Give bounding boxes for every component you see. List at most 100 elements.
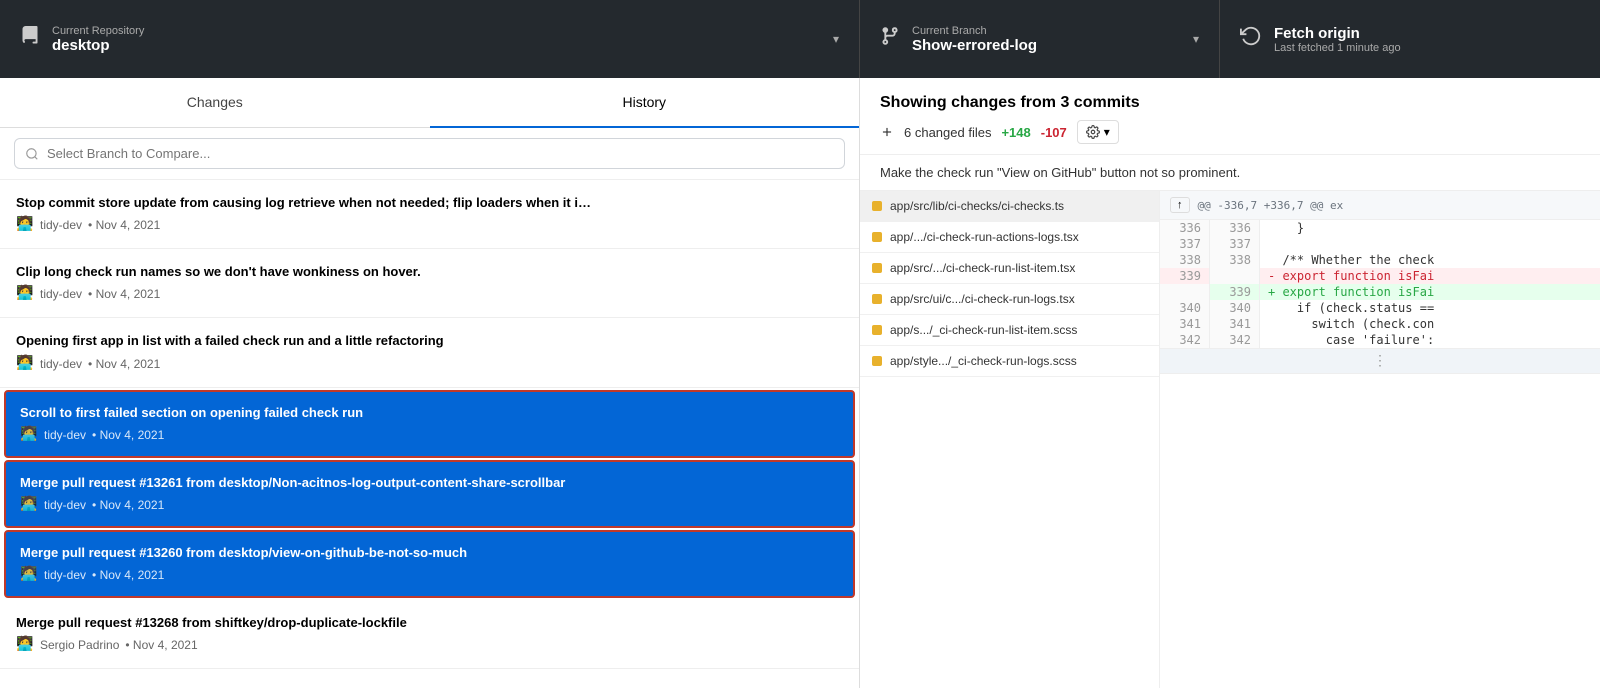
- commit-item[interactable]: Stop commit store update from causing lo…: [0, 180, 859, 249]
- right-panel: Showing changes from 3 commits 6 changed…: [860, 78, 1600, 688]
- file-status-dot: [872, 325, 882, 335]
- commit-date: • Nov 4, 2021: [88, 287, 160, 301]
- line-content: }: [1260, 220, 1600, 236]
- commit-date: • Nov 4, 2021: [92, 428, 164, 442]
- author-name: tidy-dev: [44, 498, 86, 512]
- tab-history[interactable]: History: [430, 78, 860, 128]
- file-status-dot: [872, 294, 882, 304]
- file-status-dot: [872, 232, 882, 242]
- commit-item[interactable]: Clip long check run names so we don't ha…: [0, 249, 859, 318]
- file-item[interactable]: app/.../ci-check-run-actions-logs.tsx: [860, 222, 1159, 253]
- line-num-left: 339: [1160, 268, 1210, 284]
- repo-icon: [20, 26, 40, 52]
- commit-author: 🧑‍💻 tidy-dev • Nov 4, 2021: [20, 566, 839, 584]
- file-status-dot: [872, 356, 882, 366]
- diff-view[interactable]: ↑ @@ -336,7 +336,7 @@ ex 336 336 } 337 3…: [1160, 191, 1600, 688]
- tabs: Changes History: [0, 78, 859, 128]
- line-num-left: 342: [1160, 332, 1210, 348]
- fetch-sub: Last fetched 1 minute ago: [1274, 42, 1580, 54]
- line-content: switch (check.con: [1260, 316, 1600, 332]
- fetch-text: Fetch origin Last fetched 1 minute ago: [1274, 25, 1580, 54]
- line-content: + export function isFai: [1260, 284, 1600, 300]
- additions-count: +148: [1001, 125, 1030, 140]
- file-item[interactable]: app/src/.../ci-check-run-list-item.tsx: [860, 253, 1159, 284]
- commit-message: Make the check run "View on GitHub" butt…: [860, 155, 1600, 191]
- author-avatar: 🧑‍💻: [20, 426, 38, 444]
- file-name: app/src/lib/ci-checks/ci-checks.ts: [890, 199, 1064, 213]
- file-name: app/s.../_ci-check-run-list-item.scss: [890, 323, 1077, 337]
- file-item[interactable]: app/src/ui/c.../ci-check-run-logs.tsx: [860, 284, 1159, 315]
- changed-files-count: 6 changed files: [904, 125, 991, 140]
- diff-line: 341 341 switch (check.con: [1160, 316, 1600, 332]
- commit-item[interactable]: Merge pull request #13260 from desktop/v…: [4, 530, 855, 598]
- fetch-label: Fetch origin: [1274, 25, 1580, 42]
- commit-item[interactable]: Merge pull request #13268 from shiftkey/…: [0, 600, 859, 669]
- diff-ellipsis: ⋮: [1160, 348, 1600, 374]
- line-num-left: [1160, 284, 1210, 300]
- commits-title: Showing changes from 3 commits: [880, 94, 1580, 112]
- file-name: app/src/.../ci-check-run-list-item.tsx: [890, 261, 1075, 275]
- main-content: Changes History Stop commit store update…: [0, 78, 1600, 688]
- diff-line: 340 340 if (check.status ==: [1160, 300, 1600, 316]
- line-content: - export function isFai: [1260, 268, 1600, 284]
- line-content: if (check.status ==: [1260, 300, 1600, 316]
- commit-title: Stop commit store update from causing lo…: [16, 194, 843, 212]
- file-name: app/style.../_ci-check-run-logs.scss: [890, 354, 1077, 368]
- search-input[interactable]: [14, 138, 845, 169]
- author-name: tidy-dev: [40, 287, 82, 301]
- repo-section[interactable]: Current Repository desktop ▾: [0, 0, 860, 78]
- top-bar: Current Repository desktop ▾ Current Bra…: [0, 0, 1600, 78]
- commit-date: • Nov 4, 2021: [92, 498, 164, 512]
- commit-date: • Nov 4, 2021: [125, 638, 197, 652]
- author-avatar: 🧑‍💻: [16, 355, 34, 373]
- author-name: tidy-dev: [44, 568, 86, 582]
- diff-lines: 336 336 } 337 337 338 338 /** Whether th…: [1160, 220, 1600, 348]
- author-name: Sergio Padrino: [40, 638, 119, 652]
- files-icon: [880, 125, 894, 139]
- commit-author: 🧑‍💻 tidy-dev • Nov 4, 2021: [20, 426, 839, 444]
- diff-area: app/src/lib/ci-checks/ci-checks.ts app/.…: [860, 191, 1600, 688]
- commit-item[interactable]: Opening first app in list with a failed …: [0, 318, 859, 387]
- line-num-left: 340: [1160, 300, 1210, 316]
- branch-section[interactable]: Current Branch Show-errored-log ▾: [860, 0, 1220, 78]
- commit-title: Clip long check run names so we don't ha…: [16, 263, 843, 281]
- author-avatar: 🧑‍💻: [20, 496, 38, 514]
- diff-line: 339 - export function isFai: [1160, 268, 1600, 284]
- commit-date: • Nov 4, 2021: [88, 357, 160, 371]
- line-num-left: 337: [1160, 236, 1210, 252]
- author-name: tidy-dev: [40, 218, 82, 232]
- diff-line: 338 338 /** Whether the check: [1160, 252, 1600, 268]
- file-name: app/.../ci-check-run-actions-logs.tsx: [890, 230, 1079, 244]
- commit-item[interactable]: Scroll to first failed section on openin…: [4, 390, 855, 458]
- repo-name: desktop: [52, 37, 821, 54]
- diff-hunk-header-row: ↑ @@ -336,7 +336,7 @@ ex: [1160, 191, 1600, 220]
- branch-label: Current Branch: [912, 25, 1181, 37]
- author-name: tidy-dev: [44, 428, 86, 442]
- commit-title: Opening first app in list with a failed …: [16, 332, 843, 350]
- commit-author: 🧑‍💻 tidy-dev • Nov 4, 2021: [16, 216, 843, 234]
- file-item[interactable]: app/s.../_ci-check-run-list-item.scss: [860, 315, 1159, 346]
- repo-text: Current Repository desktop: [52, 25, 821, 54]
- file-list: app/src/lib/ci-checks/ci-checks.ts app/.…: [860, 191, 1160, 688]
- tab-changes[interactable]: Changes: [0, 78, 430, 128]
- commit-title: Merge pull request #13261 from desktop/N…: [20, 474, 839, 492]
- line-num-left: 336: [1160, 220, 1210, 236]
- author-avatar: 🧑‍💻: [16, 285, 34, 303]
- line-content: [1260, 236, 1600, 252]
- line-num-right: 336: [1210, 220, 1260, 236]
- commit-author: 🧑‍💻 tidy-dev • Nov 4, 2021: [20, 496, 839, 514]
- file-item[interactable]: app/src/lib/ci-checks/ci-checks.ts: [860, 191, 1159, 222]
- branch-name: Show-errored-log: [912, 37, 1181, 54]
- commit-author: 🧑‍💻 tidy-dev • Nov 4, 2021: [16, 285, 843, 303]
- diff-expand-button[interactable]: ↑: [1170, 197, 1190, 213]
- commit-item[interactable]: Merge pull request #13261 from desktop/N…: [4, 460, 855, 528]
- commit-title: Scroll to first failed section on openin…: [20, 404, 839, 422]
- line-num-right: 340: [1210, 300, 1260, 316]
- fetch-section[interactable]: Fetch origin Last fetched 1 minute ago: [1220, 0, 1600, 78]
- commit-list: Stop commit store update from causing lo…: [0, 180, 859, 688]
- diff-settings-button[interactable]: ▾: [1077, 120, 1119, 144]
- branch-icon: [880, 26, 900, 52]
- commit-title: Merge pull request #13260 from desktop/v…: [20, 544, 839, 562]
- author-name: tidy-dev: [40, 357, 82, 371]
- file-item[interactable]: app/style.../_ci-check-run-logs.scss: [860, 346, 1159, 377]
